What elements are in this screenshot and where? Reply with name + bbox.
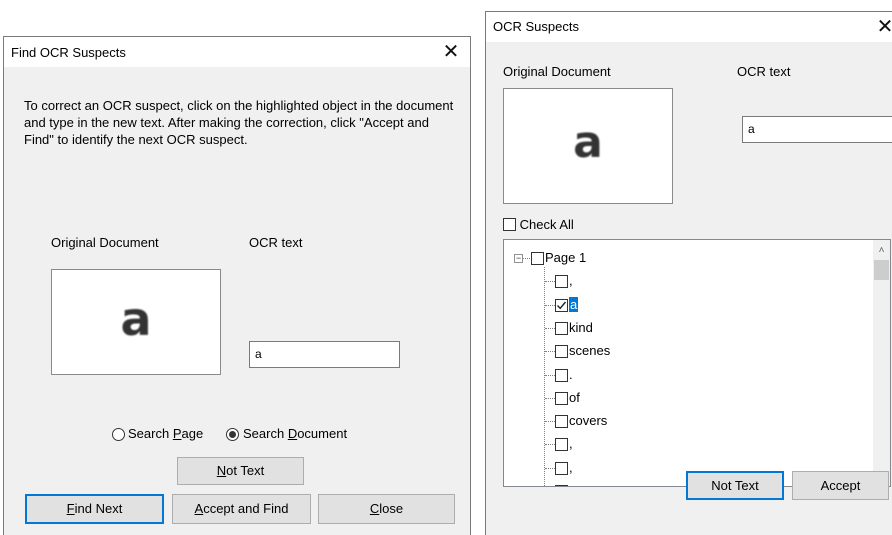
vertical-scrollbar[interactable]: ˄ ˅	[873, 240, 890, 486]
tree-item-label: ,	[569, 273, 573, 289]
search-page-label: Search Page	[128, 426, 204, 441]
title-bar: OCR Suspects ✕	[486, 12, 892, 42]
accept-and-find-button[interactable]: Accept and Find	[172, 494, 311, 524]
tree-item-label: a	[569, 296, 579, 312]
instructions-text: To correct an OCR suspect, click on the …	[24, 98, 454, 147]
tree-item-label: scenes	[569, 343, 611, 359]
tree-item-label: .	[569, 366, 573, 382]
close-icon[interactable]: ✕	[872, 15, 892, 39]
tree-item[interactable]: scenes	[555, 342, 610, 360]
ocr-text-input[interactable]: a	[249, 341, 400, 368]
tree-item-label: ,	[569, 459, 573, 475]
tree-item-label: covers	[569, 413, 608, 429]
checkbox[interactable]	[555, 461, 568, 475]
check-all-label: Check All	[519, 217, 574, 233]
close-icon[interactable]: ✕	[438, 40, 464, 64]
check-all-checkbox[interactable]: Check All	[503, 216, 574, 234]
checkbox[interactable]	[531, 252, 544, 266]
ocr-text-label: OCR text	[249, 235, 303, 250]
tree-item[interactable]: ,	[555, 459, 573, 477]
tree-item-label: of	[569, 389, 580, 405]
checkbox[interactable]	[555, 415, 568, 429]
collapse-icon[interactable]: −	[514, 254, 523, 263]
tree-item-label: ,	[569, 436, 573, 452]
not-text-button[interactable]: Not Text	[177, 457, 304, 485]
suspects-tree[interactable]: − Page 1, a kind scenes. of covers,,, ˄ ˅	[503, 239, 891, 487]
preview-glyph: a	[573, 117, 603, 168]
tree-item[interactable]: ,	[555, 482, 573, 486]
tree-item-label: ,	[569, 483, 573, 486]
tree-item[interactable]: ,	[555, 435, 573, 453]
original-document-label: Original Document	[51, 235, 159, 250]
search-document-label: Search Document	[243, 426, 348, 441]
checkbox[interactable]	[503, 218, 516, 232]
ocr-suspects-dialog: OCR Suspects ✕ Original Document OCR tex…	[485, 11, 892, 535]
title-bar: Find OCR Suspects ✕	[4, 37, 470, 67]
close-button[interactable]: Close	[318, 494, 455, 524]
tree-item[interactable]: of	[555, 389, 580, 407]
tree-item[interactable]: a	[555, 296, 579, 314]
ocr-text-input[interactable]: a	[742, 116, 892, 143]
tree-item[interactable]: .	[555, 366, 573, 384]
tree-root-label: Page 1	[545, 250, 587, 265]
checkbox[interactable]	[555, 438, 568, 452]
preview-glyph: a	[120, 292, 152, 346]
dialog-title: OCR Suspects	[493, 19, 579, 34]
checkbox[interactable]	[555, 321, 568, 335]
find-next-button[interactable]: Find Next	[25, 494, 164, 524]
scroll-up-arrow-icon[interactable]: ˄	[873, 242, 890, 259]
checkmark-icon	[556, 301, 567, 310]
radio-button[interactable]	[112, 428, 125, 441]
dialog-title: Find OCR Suspects	[11, 45, 126, 60]
ocr-text-label: OCR text	[737, 64, 791, 79]
not-text-button[interactable]: Not Text	[686, 471, 784, 500]
radio-button[interactable]	[226, 428, 239, 441]
original-document-preview: a	[503, 88, 673, 204]
tree-item-label: kind	[569, 319, 593, 335]
original-document-label: Original Document	[503, 64, 611, 79]
find-ocr-suspects-dialog: Find OCR Suspects ✕ To correct an OCR su…	[3, 36, 471, 535]
checkbox[interactable]	[555, 485, 568, 486]
checkbox[interactable]	[555, 391, 568, 405]
checkbox[interactable]	[555, 368, 568, 382]
original-document-preview: a	[51, 269, 221, 375]
tree-root-page[interactable]: Page 1	[531, 249, 586, 267]
scroll-thumb[interactable]	[874, 260, 889, 280]
tree-item[interactable]: ,	[555, 272, 573, 290]
tree-item[interactable]: kind	[555, 319, 593, 337]
checked-checkbox[interactable]	[555, 298, 568, 312]
checkbox[interactable]	[555, 345, 568, 359]
accept-button[interactable]: Accept	[792, 471, 889, 500]
checkbox[interactable]	[555, 275, 568, 289]
tree-item[interactable]: covers	[555, 412, 607, 430]
